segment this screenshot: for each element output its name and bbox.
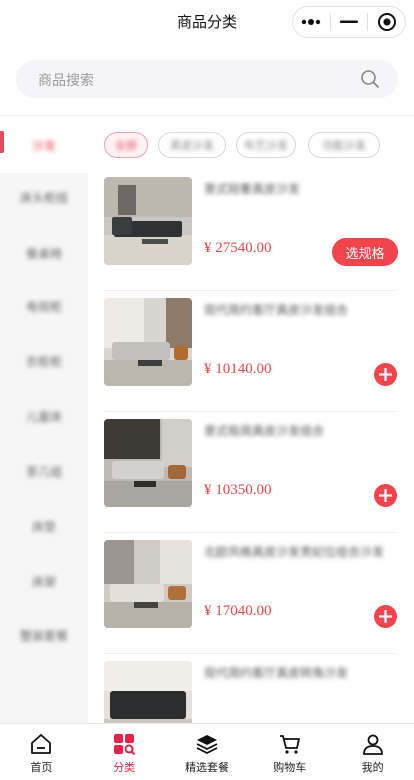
chip-label: 真皮沙发 bbox=[170, 139, 214, 152]
category-icon bbox=[114, 734, 136, 756]
more-button[interactable] bbox=[293, 7, 330, 37]
product-image bbox=[104, 419, 192, 507]
product-card[interactable]: 意式轻奢真皮沙发 ¥ 27540.00 选规格 bbox=[88, 170, 414, 291]
sidebar-item-label: 餐桌椅 bbox=[25, 246, 62, 261]
tab-label: 分类 bbox=[113, 761, 136, 774]
sidebar-item[interactable]: 床垫 bbox=[0, 498, 88, 554]
user-icon bbox=[362, 734, 383, 755]
product-card[interactable]: 现代简约客厅真皮转角沙发 bbox=[88, 654, 414, 723]
product-name: 意式轻奢真皮沙发 bbox=[204, 182, 301, 196]
product-price: ¥ 17040.00 bbox=[204, 603, 272, 619]
cart-icon bbox=[279, 735, 300, 754]
search-placeholder: 商品搜索 bbox=[38, 73, 94, 89]
product-image bbox=[104, 298, 192, 386]
chip[interactable]: 功能沙发 bbox=[308, 132, 380, 158]
product-price: ¥ 10350.00 bbox=[204, 482, 272, 498]
category-sidebar: 沙发 床头柜组 餐桌椅 电视柜 衣柜柜 儿童床 茶几组 床垫 床架 整装套餐 bbox=[0, 117, 88, 723]
tab-label: 精选套餐 bbox=[184, 761, 229, 774]
sidebar-item[interactable]: 衣柜柜 bbox=[0, 333, 88, 389]
tab-bundles[interactable]: 精选套餐 bbox=[166, 724, 249, 780]
search-bar: 商品搜索 bbox=[0, 44, 414, 116]
tab-label: 首页 bbox=[30, 761, 53, 774]
category-page: 商品分类 商品搜索 沙发 床头柜组 餐桌椅 电视柜 衣柜柜 儿童床 茶几组 床垫… bbox=[0, 0, 414, 780]
product-name: 现代简约客厅真皮转角沙发 bbox=[204, 666, 349, 680]
mini-program-capsule bbox=[292, 6, 406, 38]
tab-label: 我的 bbox=[361, 761, 384, 774]
product-image bbox=[104, 540, 192, 628]
product-card[interactable]: 北欧风格真皮沙发贵妃位组合沙发 ¥ 17040.00 bbox=[88, 533, 414, 654]
tab-home[interactable]: 首页 bbox=[0, 724, 83, 780]
product-image bbox=[104, 661, 192, 723]
target-close-icon bbox=[377, 13, 396, 31]
sidebar-item[interactable]: 整装套餐 bbox=[0, 607, 88, 663]
sidebar-item-label: 沙发 bbox=[31, 138, 56, 153]
sidebar-item[interactable]: 电视柜 bbox=[0, 278, 88, 334]
chip-all[interactable]: 全部 bbox=[104, 132, 148, 158]
search-input[interactable]: 商品搜索 bbox=[16, 60, 398, 98]
home-icon bbox=[31, 734, 52, 754]
product-price: ¥ 10140.00 bbox=[204, 361, 272, 377]
product-list: 意式轻奢真皮沙发 ¥ 27540.00 选规格 现代简约客厅真皮沙发组合 ¥ 1… bbox=[88, 170, 414, 723]
sidebar-item-label: 床垫 bbox=[31, 519, 56, 534]
search-icon[interactable] bbox=[360, 69, 380, 89]
tab-mine[interactable]: 我的 bbox=[331, 724, 414, 780]
sidebar-item[interactable]: 床架 bbox=[0, 553, 88, 609]
tab-category[interactable]: 分类 bbox=[83, 724, 166, 780]
plus-icon bbox=[379, 489, 392, 502]
chip-label: 布艺沙发 bbox=[244, 139, 288, 152]
product-card[interactable]: 现代简约客厅真皮沙发组合 ¥ 10140.00 bbox=[88, 291, 414, 412]
product-name: 北欧风格真皮沙发贵妃位组合沙发 bbox=[204, 545, 385, 559]
sidebar-item-label: 床头柜组 bbox=[19, 190, 68, 205]
sidebar-item-sofa[interactable]: 沙发 bbox=[0, 117, 88, 173]
product-price: ¥ 27540.00 bbox=[204, 240, 272, 256]
sidebar-item-label: 床架 bbox=[31, 574, 56, 589]
sidebar-item-label: 电视柜 bbox=[25, 299, 62, 314]
add-to-cart-button[interactable] bbox=[374, 484, 397, 507]
subcategory-chips: 全部 真皮沙发 布艺沙发 功能沙发 bbox=[96, 128, 414, 162]
chip[interactable]: 真皮沙发 bbox=[158, 132, 226, 158]
plus-icon bbox=[379, 610, 392, 623]
minimize-button[interactable] bbox=[331, 7, 368, 37]
plus-icon bbox=[379, 368, 392, 381]
product-card[interactable]: 意式极简真皮沙发组合 ¥ 10350.00 bbox=[88, 412, 414, 533]
chip-label: 功能沙发 bbox=[322, 139, 366, 152]
sidebar-item-label: 儿童床 bbox=[25, 409, 62, 424]
close-miniprogram-button[interactable] bbox=[368, 7, 405, 37]
select-spec-button[interactable]: 选规格 bbox=[332, 238, 398, 266]
more-dots-icon bbox=[302, 19, 321, 25]
bottom-tab-bar: 首页 分类 精选套餐 购物车 我的 bbox=[0, 723, 414, 780]
tab-label: 购物车 bbox=[273, 761, 307, 774]
sidebar-item[interactable]: 茶几组 bbox=[0, 443, 88, 499]
sidebar-item[interactable]: 床头柜组 bbox=[0, 169, 88, 225]
product-name: 意式极简真皮沙发组合 bbox=[204, 424, 325, 438]
sidebar-item[interactable]: 儿童床 bbox=[0, 388, 88, 444]
add-to-cart-button[interactable] bbox=[374, 363, 397, 386]
sidebar-item-label: 整装套餐 bbox=[19, 628, 68, 643]
tab-cart[interactable]: 购物车 bbox=[248, 724, 331, 780]
minimize-icon bbox=[340, 20, 358, 23]
sidebar-item[interactable]: 餐桌椅 bbox=[0, 225, 88, 281]
product-image bbox=[104, 177, 192, 265]
layers-icon bbox=[196, 735, 218, 755]
chip[interactable]: 布艺沙发 bbox=[236, 132, 296, 158]
nav-header: 商品分类 bbox=[0, 0, 414, 44]
chip-label: 全部 bbox=[115, 139, 137, 152]
sidebar-item-label: 茶几组 bbox=[25, 464, 62, 479]
product-name: 现代简约客厅真皮沙发组合 bbox=[204, 303, 349, 317]
sidebar-item-label: 衣柜柜 bbox=[25, 354, 62, 369]
add-to-cart-button[interactable] bbox=[374, 605, 397, 628]
